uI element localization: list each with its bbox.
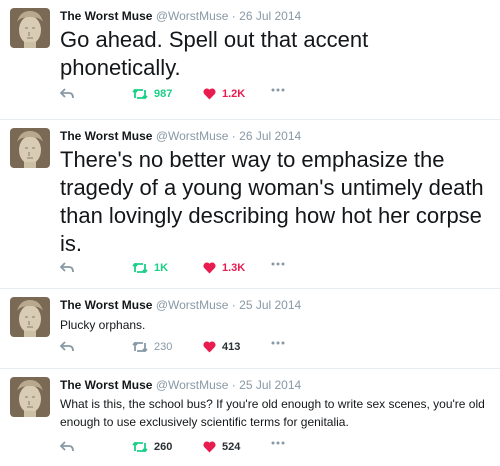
more-icon	[271, 441, 285, 445]
retweet-count: 230	[154, 341, 173, 353]
like-count: 1.2K	[222, 88, 246, 100]
display-name[interactable]: The Worst Muse	[60, 129, 152, 143]
tweet: The Worst Muse @WorstMuse · 26 Jul 2014 …	[0, 119, 500, 288]
retweet-count: 260	[154, 441, 173, 453]
like-count: 524	[222, 441, 241, 453]
display-name[interactable]: The Worst Muse	[60, 378, 152, 392]
heart-icon	[203, 262, 216, 274]
handle[interactable]: @WorstMuse	[156, 129, 229, 143]
tweet-date[interactable]: 25 Jul 2014	[239, 378, 301, 392]
retweet-count: 987	[154, 88, 173, 100]
reply-icon	[60, 441, 74, 452]
more-button[interactable]	[271, 262, 285, 266]
retweet-icon	[132, 262, 148, 274]
like-button[interactable]: 524	[203, 441, 240, 453]
tweet-text: Plucky orphans.	[60, 318, 146, 332]
display-name[interactable]: The Worst Muse	[60, 9, 152, 23]
more-icon	[271, 262, 285, 266]
tweet-header: The Worst Muse @WorstMuse · 26 Jul 2014	[60, 129, 302, 143]
avatar[interactable]	[10, 297, 50, 337]
tweet-header: The Worst Muse @WorstMuse · 25 Jul 2014	[60, 378, 302, 392]
like-count: 1.3K	[222, 262, 246, 274]
handle[interactable]: @WorstMuse	[156, 298, 229, 312]
avatar[interactable]	[10, 377, 50, 417]
more-button[interactable]	[271, 341, 285, 345]
like-button[interactable]: 1.2K	[203, 88, 245, 100]
reply-button[interactable]	[60, 262, 74, 274]
reply-icon	[60, 262, 74, 273]
retweet-icon	[132, 88, 148, 100]
more-icon	[271, 341, 285, 345]
retweet-button[interactable]: 260	[132, 441, 172, 453]
retweet-count: 1K	[154, 262, 169, 274]
retweet-button[interactable]: 1K	[132, 262, 168, 274]
heart-icon	[203, 88, 216, 100]
handle[interactable]: @WorstMuse	[156, 9, 229, 23]
handle[interactable]: @WorstMuse	[156, 378, 229, 392]
reply-icon	[60, 88, 74, 99]
more-button[interactable]	[271, 441, 285, 445]
tweet-date[interactable]: 25 Jul 2014	[239, 298, 301, 312]
heart-icon	[203, 441, 216, 453]
tweet-text: Go ahead. Spell out that accent phonetic…	[60, 27, 369, 80]
tweet-text: What is this, the school bus? If you're …	[60, 397, 485, 429]
tweet-header: The Worst Muse @WorstMuse · 26 Jul 2014	[60, 9, 302, 23]
like-button[interactable]: 1.3K	[203, 262, 245, 274]
reply-button[interactable]	[60, 441, 74, 453]
like-button[interactable]: 413	[203, 341, 240, 353]
retweet-button[interactable]: 987	[132, 88, 172, 100]
heart-icon	[203, 341, 216, 353]
tweet-date[interactable]: 26 Jul 2014	[239, 129, 301, 143]
more-icon	[271, 88, 285, 92]
avatar[interactable]	[10, 8, 50, 48]
tweet-date[interactable]: 26 Jul 2014	[239, 9, 301, 23]
avatar[interactable]	[10, 128, 50, 168]
retweet-button[interactable]: 230	[132, 341, 172, 353]
like-count: 413	[222, 341, 241, 353]
retweet-icon	[132, 441, 148, 453]
reply-button[interactable]	[60, 88, 74, 100]
tweet: The Worst Muse @WorstMuse · 26 Jul 2014 …	[0, 0, 500, 119]
retweet-icon	[132, 341, 148, 353]
tweet-header: The Worst Muse @WorstMuse · 25 Jul 2014	[60, 298, 302, 312]
display-name[interactable]: The Worst Muse	[60, 298, 152, 312]
tweet-text: There's no better way to emphasize the t…	[60, 147, 484, 256]
more-button[interactable]	[271, 88, 285, 92]
reply-button[interactable]	[60, 341, 74, 353]
reply-icon	[60, 341, 74, 352]
tweet: The Worst Muse @WorstMuse · 25 Jul 2014 …	[0, 288, 500, 368]
tweet: The Worst Muse @WorstMuse · 25 Jul 2014 …	[0, 368, 500, 466]
